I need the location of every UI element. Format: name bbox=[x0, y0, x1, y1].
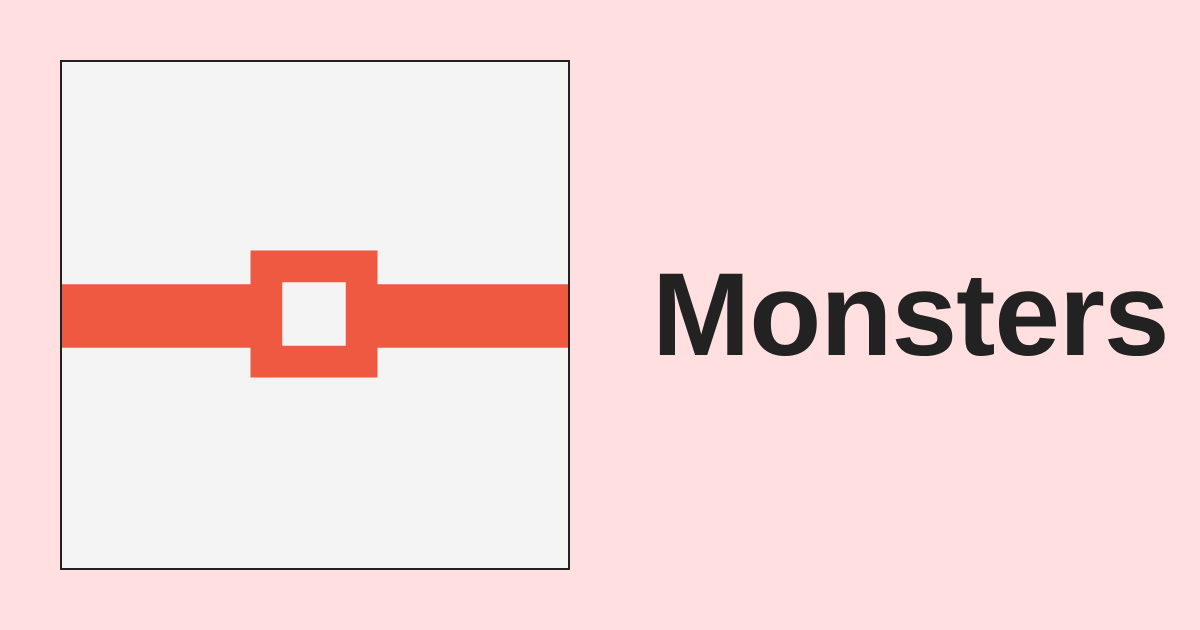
buckle-frame bbox=[250, 250, 378, 378]
page-title: Monsters bbox=[652, 249, 1170, 381]
belt-buckle-icon bbox=[62, 250, 568, 378]
page: Monsters bbox=[0, 0, 1200, 630]
belt-band-left bbox=[62, 284, 255, 348]
belt-band-right bbox=[377, 284, 568, 348]
logo-frame bbox=[60, 60, 570, 570]
